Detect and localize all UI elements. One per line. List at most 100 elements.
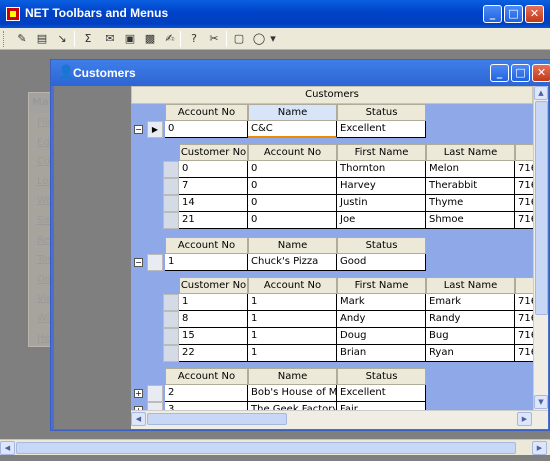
customer-header-0[interactable]: Customer No xyxy=(179,144,248,161)
customer-row-selector[interactable] xyxy=(163,328,179,345)
customer-cell-last[interactable]: Randy xyxy=(426,311,515,328)
customer-cell-customer_no[interactable]: 8 xyxy=(179,311,248,328)
row-selector[interactable]: ▶ xyxy=(147,121,163,138)
collapse-row-icon[interactable]: − xyxy=(134,125,143,134)
customer-cell-extra[interactable]: 716 xyxy=(515,311,533,328)
customer-header-1[interactable]: Account No xyxy=(248,277,337,294)
customer-cell-first[interactable]: Doug xyxy=(337,328,426,345)
grid-vertical-scrollbar[interactable]: ▲ ▼ xyxy=(533,86,548,410)
customer-cell-extra[interactable]: 716 xyxy=(515,345,533,362)
customer-header-0[interactable]: Customer No xyxy=(179,277,248,294)
customer-cell-extra[interactable]: 716 xyxy=(515,178,533,195)
customer-cell-account_no[interactable]: 1 xyxy=(248,311,337,328)
account-header-1[interactable]: Name xyxy=(248,237,337,254)
row-selector[interactable] xyxy=(147,254,163,271)
row-selector[interactable] xyxy=(147,385,163,402)
account-header-2[interactable]: Status xyxy=(337,104,426,121)
chat-icon[interactable]: ✉ xyxy=(102,31,118,47)
frame-icon[interactable]: ▢ xyxy=(231,31,247,47)
customer-row-selector[interactable] xyxy=(163,195,179,212)
pointer-icon[interactable]: ↘ xyxy=(54,31,70,47)
customer-cell-last[interactable]: Bug xyxy=(426,328,515,345)
customer-cell-customer_no[interactable]: 0 xyxy=(179,161,248,178)
customer-row-selector[interactable] xyxy=(163,178,179,195)
close-button[interactable]: ✕ xyxy=(525,5,544,23)
customer-row-selector[interactable] xyxy=(163,161,179,178)
tools-icon[interactable]: ✂ xyxy=(206,31,222,47)
minimize-button[interactable]: _ xyxy=(483,5,502,23)
picture-icon[interactable]: ▩ xyxy=(142,31,158,47)
account-cell-account_no[interactable]: 2 xyxy=(165,385,248,402)
horizontal-scroll-thumb[interactable] xyxy=(16,442,516,454)
scroll-left-icon[interactable]: ◀ xyxy=(0,441,15,455)
customer-cell-last[interactable]: Shmoe xyxy=(426,212,515,229)
account-cell-status[interactable]: Excellent xyxy=(337,121,426,138)
account-header-0[interactable]: Account No xyxy=(165,368,248,385)
grid-horizontal-scrollbar[interactable]: ◀ ▶ xyxy=(131,410,548,429)
camera-icon[interactable]: ▣ xyxy=(122,31,138,47)
customer-cell-last[interactable]: Thyme xyxy=(426,195,515,212)
grid-horizontal-thumb[interactable] xyxy=(147,413,287,425)
account-cell-account_no[interactable]: 3 xyxy=(165,402,248,410)
customer-cell-extra[interactable]: 716 xyxy=(515,212,533,229)
account-cell-account_no[interactable]: 0 xyxy=(165,121,248,138)
ellipse-icon[interactable]: ◯ xyxy=(251,31,267,47)
customer-cell-last[interactable]: Melon xyxy=(426,161,515,178)
main-horizontal-scrollbar[interactable]: ◀ ▶ xyxy=(0,439,550,455)
maximize-button[interactable]: □ xyxy=(504,5,523,23)
grid-scroll-left-icon[interactable]: ◀ xyxy=(131,412,146,426)
child-close-button[interactable]: ✕ xyxy=(532,64,550,82)
customer-cell-first[interactable]: Andy xyxy=(337,311,426,328)
pencil-icon[interactable]: ✍ xyxy=(162,31,178,47)
customer-cell-customer_no[interactable]: 15 xyxy=(179,328,248,345)
customer-row-selector[interactable] xyxy=(163,294,179,311)
customer-header-3[interactable]: Last Name xyxy=(426,277,515,294)
account-cell-status[interactable]: Excellent xyxy=(337,385,426,402)
customer-cell-customer_no[interactable]: 7 xyxy=(179,178,248,195)
toolbar-grip[interactable] xyxy=(3,31,6,47)
customer-cell-first[interactable]: Mark xyxy=(337,294,426,311)
account-cell-status[interactable]: Fair xyxy=(337,402,426,410)
customer-header-1[interactable]: Account No xyxy=(248,144,337,161)
customers-grid[interactable]: Customers Account No Name Status − ▶ 0 C&C Exce… xyxy=(131,86,548,429)
customer-row-selector[interactable] xyxy=(163,345,179,362)
scroll-right-icon[interactable]: ▶ xyxy=(532,441,547,455)
customer-cell-account_no[interactable]: 1 xyxy=(248,294,337,311)
vertical-scroll-thumb[interactable] xyxy=(535,101,548,315)
customer-cell-last[interactable]: Therabbit xyxy=(426,178,515,195)
customer-cell-customer_no[interactable]: 1 xyxy=(179,294,248,311)
customer-cell-first[interactable]: Thornton xyxy=(337,161,426,178)
customer-row-selector[interactable] xyxy=(163,311,179,328)
customer-cell-extra[interactable]: 716 xyxy=(515,195,533,212)
app-icon[interactable] xyxy=(6,7,20,21)
customer-cell-first[interactable]: Joe xyxy=(337,212,426,229)
account-header-1[interactable]: Name xyxy=(248,368,337,385)
customer-cell-account_no[interactable]: 0 xyxy=(248,161,337,178)
scroll-up-icon[interactable]: ▲ xyxy=(534,86,548,100)
account-header-2[interactable]: Status xyxy=(337,237,426,254)
customer-cell-account_no[interactable]: 0 xyxy=(248,195,337,212)
row-selector[interactable] xyxy=(147,402,163,410)
expand-row-icon[interactable]: + xyxy=(134,389,143,398)
collapse-row-icon[interactable]: − xyxy=(134,258,143,267)
customer-cell-last[interactable]: Emark xyxy=(426,294,515,311)
child-minimize-button[interactable]: _ xyxy=(490,64,509,82)
customer-header-2[interactable]: First Name xyxy=(337,277,426,294)
account-cell-name[interactable]: Chuck's Pizza xyxy=(248,254,337,271)
account-cell-status[interactable]: Good xyxy=(337,254,426,271)
account-header-0[interactable]: Account No xyxy=(165,237,248,254)
account-header-0[interactable]: Account No xyxy=(165,104,248,121)
customer-cell-extra[interactable]: 716 xyxy=(515,294,533,311)
account-cell-name[interactable]: Bob's House of M xyxy=(248,385,337,402)
customer-cell-last[interactable]: Ryan xyxy=(426,345,515,362)
child-maximize-button[interactable]: □ xyxy=(511,64,530,82)
customer-cell-first[interactable]: Harvey xyxy=(337,178,426,195)
customers-title-bar[interactable]: 👤 Customers _ □ ✕ xyxy=(51,60,550,86)
account-header-1[interactable]: Name xyxy=(248,104,337,121)
customer-cell-account_no[interactable]: 1 xyxy=(248,345,337,362)
customer-row-selector[interactable] xyxy=(163,212,179,229)
help-icon[interactable]: ? xyxy=(186,31,202,47)
customer-header-2[interactable]: First Name xyxy=(337,144,426,161)
customer-header-3[interactable]: Last Name xyxy=(426,144,515,161)
customer-cell-account_no[interactable]: 1 xyxy=(248,328,337,345)
